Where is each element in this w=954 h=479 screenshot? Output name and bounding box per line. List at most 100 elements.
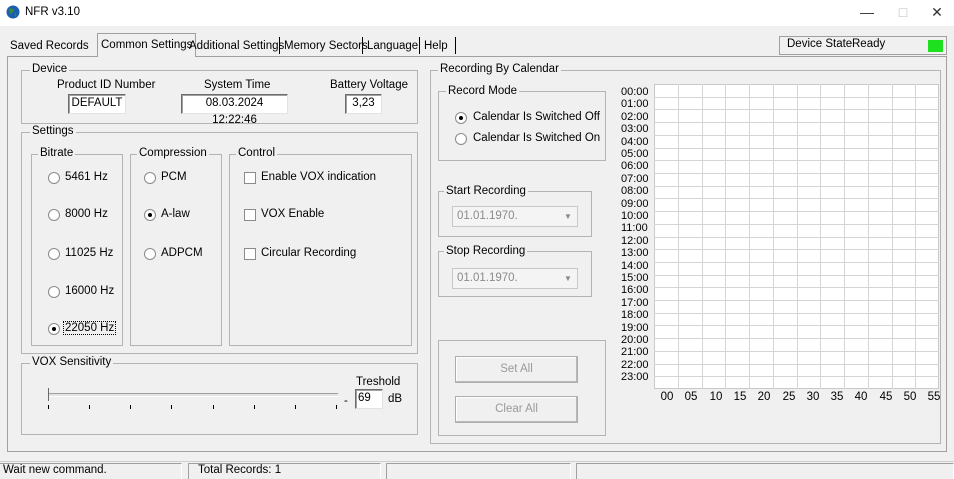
hour-label: 09:00 bbox=[621, 198, 649, 210]
compression-radio-adpcm[interactable] bbox=[144, 248, 156, 260]
hour-label: 23:00 bbox=[621, 371, 649, 383]
slider-tick bbox=[171, 405, 173, 409]
tab-separator bbox=[279, 37, 280, 54]
tab-separator bbox=[455, 37, 456, 54]
grid-col-line bbox=[702, 84, 703, 389]
bitrate-radio-8000[interactable] bbox=[48, 209, 60, 221]
slider-tick bbox=[89, 405, 91, 409]
window-title: NFR v3.10 bbox=[25, 6, 80, 18]
maximize-button[interactable]: □ bbox=[884, 0, 922, 26]
vox-sensitivity-title: VOX Sensitivity bbox=[30, 356, 114, 368]
slider-tick bbox=[48, 405, 49, 409]
battery-voltage-field[interactable]: 3,23 bbox=[345, 94, 382, 114]
minute-label: 45 bbox=[879, 391, 893, 403]
vox-enable-checkbox[interactable] bbox=[244, 209, 256, 221]
minimize-button[interactable]: — bbox=[848, 0, 886, 26]
hour-label: 18:00 bbox=[621, 309, 649, 321]
device-state-value: Ready bbox=[852, 38, 886, 50]
threshold-label: Treshold bbox=[356, 376, 401, 388]
minute-label: 40 bbox=[854, 391, 868, 403]
hour-label: 03:00 bbox=[621, 123, 649, 135]
circular-recording-checkbox[interactable] bbox=[244, 248, 256, 260]
hour-label: 16:00 bbox=[621, 284, 649, 296]
hour-label: 22:00 bbox=[621, 359, 649, 371]
vox-slider-thumb[interactable] bbox=[48, 388, 56, 401]
bitrate-radio-16000[interactable] bbox=[48, 286, 60, 298]
bitrate-option-label-focused: 22050 Hz bbox=[63, 321, 117, 335]
compression-radio-pcm[interactable] bbox=[144, 172, 156, 184]
calendar-off-radio[interactable] bbox=[455, 112, 467, 124]
bitrate-option-label: 8000 Hz bbox=[65, 208, 108, 220]
minute-label: 50 bbox=[903, 391, 917, 403]
set-all-button[interactable]: Set All bbox=[455, 356, 578, 383]
stop-recording-title: Stop Recording bbox=[444, 245, 528, 257]
recording-by-calendar-title: Recording By Calendar bbox=[438, 63, 561, 75]
bitrate-radio-22050[interactable] bbox=[48, 323, 60, 335]
minute-label: 00 bbox=[660, 391, 674, 403]
calendar-off-label: Calendar Is Switched Off bbox=[473, 111, 600, 123]
enable-vox-indication-checkbox[interactable] bbox=[244, 172, 256, 184]
slider-tick bbox=[130, 405, 132, 409]
hour-label: 00:00 bbox=[621, 86, 649, 98]
vox-enable-label: VOX Enable bbox=[261, 208, 325, 220]
slider-tick bbox=[336, 405, 337, 409]
tab-common-settings[interactable]: Common Settings bbox=[97, 33, 197, 57]
tab-help[interactable]: Help bbox=[424, 38, 448, 56]
bitrate-option-label: 5461 Hz bbox=[65, 171, 108, 183]
title-bar bbox=[0, 0, 954, 26]
device-state-label: Device State bbox=[787, 38, 853, 50]
close-button[interactable]: ✕ bbox=[918, 0, 954, 26]
start-date-picker[interactable]: 01.01.1970. bbox=[452, 206, 578, 227]
vox-slider-track[interactable] bbox=[48, 393, 338, 397]
tab-separator bbox=[362, 37, 363, 54]
compression-option-label: ADPCM bbox=[161, 247, 203, 259]
control-group-title: Control bbox=[236, 147, 278, 159]
hour-label: 14:00 bbox=[621, 260, 649, 272]
bitrate-radio-11025[interactable] bbox=[48, 248, 60, 260]
system-time-field[interactable]: 08.03.2024 12:22:46 bbox=[181, 94, 288, 126]
status-message: Wait new command. bbox=[3, 464, 107, 476]
bitrate-radio-5461[interactable] bbox=[48, 172, 60, 184]
grid-col-line bbox=[915, 84, 916, 389]
grid-col-line bbox=[749, 84, 750, 389]
tab-language[interactable]: Language bbox=[367, 38, 418, 56]
clear-all-button[interactable]: Clear All bbox=[455, 396, 578, 423]
slider-tick bbox=[253, 405, 255, 409]
grid-col-line bbox=[892, 84, 893, 389]
compression-radio-alaw[interactable] bbox=[144, 209, 156, 221]
chevron-down-icon[interactable]: ▼ bbox=[563, 212, 573, 222]
bitrate-option-label: 16000 Hz bbox=[65, 285, 115, 297]
hour-label: 21:00 bbox=[621, 346, 649, 358]
minute-label: 20 bbox=[757, 391, 771, 403]
settings-group-title: Settings bbox=[30, 125, 76, 137]
hour-label: 08:00 bbox=[621, 185, 649, 197]
grid-col-line bbox=[678, 84, 679, 389]
product-id-field[interactable]: DEFAULT bbox=[68, 94, 126, 114]
bitrate-group-title: Bitrate bbox=[38, 147, 76, 159]
grid-col-line bbox=[844, 84, 845, 389]
hour-label: 05:00 bbox=[621, 148, 649, 160]
hour-label: 10:00 bbox=[621, 210, 649, 222]
calendar-on-radio[interactable] bbox=[455, 133, 467, 145]
status-panel bbox=[386, 463, 571, 479]
minute-label: 10 bbox=[709, 391, 723, 403]
grid-col-line bbox=[868, 84, 869, 389]
threshold-dash: - bbox=[344, 395, 348, 407]
record-mode-title: Record Mode bbox=[446, 85, 520, 97]
tab-saved-records[interactable]: Saved Records bbox=[10, 38, 89, 56]
hour-label: 17:00 bbox=[621, 297, 649, 309]
stop-date-picker[interactable]: 01.01.1970. bbox=[452, 268, 578, 289]
hour-label: 07:00 bbox=[621, 173, 649, 185]
hour-label: 19:00 bbox=[621, 322, 649, 334]
grid-col-line bbox=[820, 84, 821, 389]
minute-label: 30 bbox=[806, 391, 820, 403]
product-id-label: Product ID Number bbox=[57, 79, 156, 91]
tab-memory-sectors[interactable]: Memory Sectors bbox=[284, 38, 368, 56]
chevron-down-icon[interactable]: ▼ bbox=[563, 274, 573, 284]
hour-label: 04:00 bbox=[621, 136, 649, 148]
app-globe-icon bbox=[6, 5, 20, 19]
threshold-field[interactable]: 69 bbox=[355, 389, 383, 409]
compression-group-title: Compression bbox=[137, 147, 209, 159]
grid-col-line bbox=[725, 84, 726, 389]
tab-additional-settings[interactable]: Additional Settings bbox=[189, 38, 284, 56]
